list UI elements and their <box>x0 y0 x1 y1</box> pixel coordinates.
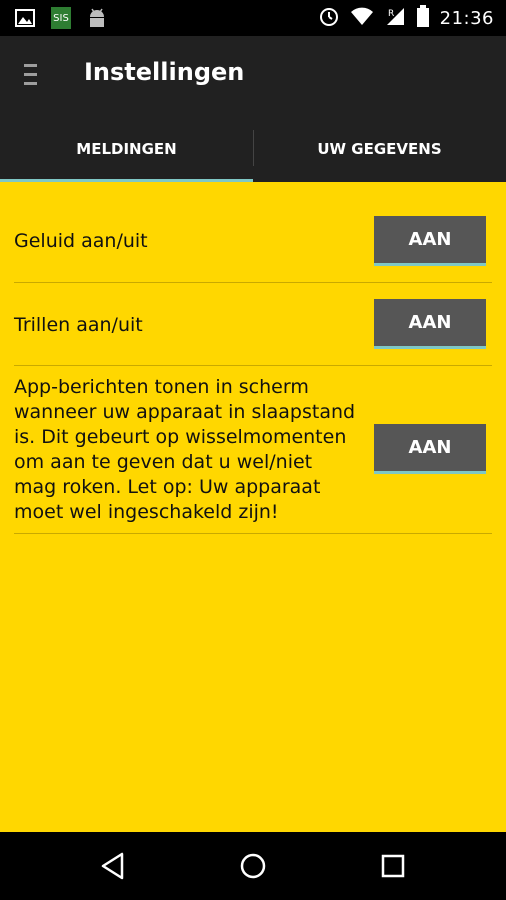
geluid-toggle-button[interactable]: AAN <box>374 216 486 266</box>
tab-label: UW GEGEVENS <box>317 140 442 158</box>
alarm-icon <box>318 5 340 31</box>
app-logo-icon: SIS <box>50 6 72 34</box>
battery-icon <box>416 5 430 31</box>
setting-row-geluid: Geluid aan/uit AAN <box>14 182 492 283</box>
android-icon <box>86 6 108 34</box>
tab-uw-gegevens[interactable]: UW GEGEVENS <box>253 116 506 182</box>
setting-label: Geluid aan/uit <box>14 230 148 252</box>
tab-label: MELDINGEN <box>76 140 177 158</box>
tab-bar: MELDINGEN UW GEGEVENS <box>0 116 506 182</box>
navigation-bar <box>0 832 506 900</box>
page-title: Instellingen <box>84 58 245 86</box>
status-bar: SIS R 21:36 <box>0 0 506 36</box>
app-berichten-toggle-button[interactable]: AAN <box>374 424 486 474</box>
setting-row-trillen: Trillen aan/uit AAN <box>14 283 492 366</box>
image-icon <box>14 7 36 33</box>
recents-icon[interactable] <box>377 850 409 882</box>
wifi-icon <box>350 6 374 30</box>
setting-label: App-berichten tonen in scherm wanneer uw… <box>14 376 356 523</box>
svg-text:SIS: SIS <box>53 13 69 24</box>
clock-time: 21:36 <box>439 7 494 29</box>
setting-label: Trillen aan/uit <box>14 314 143 336</box>
trillen-toggle-button[interactable]: AAN <box>374 299 486 349</box>
settings-list: Geluid aan/uit AAN Trillen aan/uit AAN A… <box>0 182 506 832</box>
svg-text:R: R <box>388 9 394 19</box>
back-icon[interactable] <box>98 850 130 882</box>
menu-icon[interactable] <box>24 64 46 88</box>
signal-roaming-icon: R <box>384 6 406 30</box>
home-icon[interactable] <box>237 850 269 882</box>
setting-row-app-berichten: App-berichten tonen in scherm wanneer uw… <box>14 366 492 534</box>
tab-meldingen[interactable]: MELDINGEN <box>0 116 253 182</box>
action-bar: Instellingen <box>0 36 506 116</box>
